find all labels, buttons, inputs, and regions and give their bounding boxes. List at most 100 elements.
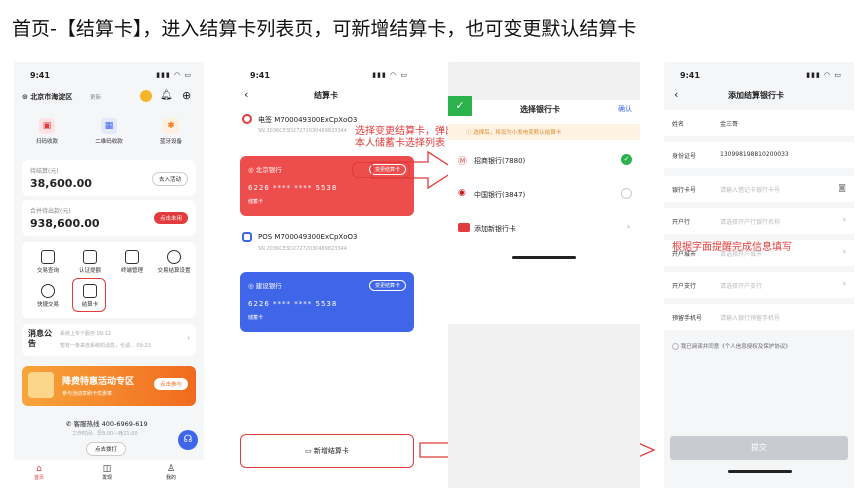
notice-bar: ⓘ 选择后，将设为小发电变默认结算卡 xyxy=(448,124,640,140)
radio-empty[interactable] xyxy=(621,188,632,199)
bluetooth-icon: ✱ xyxy=(163,118,179,134)
home-indicator xyxy=(512,256,576,259)
bank-card-ccb[interactable]: ◎ 建设银行 6226 **** **** 5538 储蓄卡 变更结算卡 xyxy=(240,272,414,332)
phone-icon: ✆ xyxy=(66,420,72,428)
discover-icon: ◫ xyxy=(102,464,112,474)
id-icon xyxy=(83,250,97,264)
grid-verify[interactable]: 认证提额 xyxy=(66,250,114,274)
list-icon xyxy=(41,250,55,264)
check-badge-icon: ✓ xyxy=(448,96,472,116)
arrow-to-select xyxy=(371,150,458,190)
card-number: 6226 **** **** 5538 xyxy=(248,184,338,192)
withdraw-button[interactable]: 点击未用 xyxy=(153,212,188,224)
chevron-right-icon: › xyxy=(842,215,846,224)
bank-option-cmb[interactable]: Ⓜ 招商银行(7880) ✓ xyxy=(448,146,640,174)
chevron-right-icon: › xyxy=(842,279,846,288)
bank-logo-icon: ◎ xyxy=(248,166,254,174)
card-icon: ▭ xyxy=(305,447,312,455)
annotation-change-card: 选择变更结算卡，弹出 本人储蓄卡选择列表 xyxy=(355,126,455,149)
back-icon[interactable]: ‹ xyxy=(674,88,678,101)
clock-icon xyxy=(41,284,55,298)
activity-button[interactable]: 去入活动 xyxy=(151,172,188,186)
scan-icon: ▣ xyxy=(39,118,55,134)
pos-icon xyxy=(242,232,252,242)
update-link[interactable]: 更新 xyxy=(90,93,101,101)
boc-logo-icon: ◉ xyxy=(458,188,466,198)
gift-icon xyxy=(28,372,54,398)
total-amount: 938,600.00 xyxy=(30,217,100,230)
location-pin-icon: ⊙ xyxy=(22,93,28,101)
quick-bluetooth[interactable]: ✱ 蓝牙设备 xyxy=(146,118,196,145)
phone-field[interactable]: 预留手机号 请输入银行预留手机号 xyxy=(664,304,854,330)
total-card: 合并待出款(元) 938,600.00 点击未用 xyxy=(22,200,196,236)
highlight-settle-card xyxy=(72,278,106,312)
wait-amount: 38,600.00 xyxy=(30,177,92,190)
add-new-bank-card[interactable]: 添加新银行卡 › xyxy=(448,214,640,242)
terminal-icon xyxy=(125,250,139,264)
add-bank-card-screen: 9:41 ▮▮▮ ◠ ▭ ‹ 添加结算银行卡 姓名 金三哥 身份证号 1309981… xyxy=(664,62,854,488)
call-button[interactable]: 点去拨打 xyxy=(86,442,127,456)
qrcode-icon: ▦ xyxy=(101,118,117,134)
status-time: 9:41 xyxy=(30,71,50,80)
card-icon xyxy=(458,223,470,232)
user-icon: ♙ xyxy=(166,464,176,474)
agreement[interactable]: 我已阅读并同意《个人信息授权及保护协议》 xyxy=(672,342,791,350)
agree-checkbox[interactable] xyxy=(672,343,679,350)
info-icon: ⓘ xyxy=(466,130,472,136)
id-row: 身份证号 130998198810200033 xyxy=(664,142,854,168)
wait-settle-card: 待结算(元) 38,600.00 去入活动 xyxy=(22,160,196,196)
add-settle-card-button[interactable]: ▭ 新增结算卡 xyxy=(240,434,414,468)
chevron-right-icon: › xyxy=(842,247,846,256)
promo-banner[interactable]: 降费特惠活动专区 参与活动享刷卡优惠率 点击参与 xyxy=(22,366,196,406)
hotline: ✆ 客服热线 400-6969-619 xyxy=(66,420,148,428)
news-panel[interactable]: 消息公告 系统上专个服务 09:12 暂有一条来自系统的消息，也请... 09:… xyxy=(22,324,196,356)
page-title: 首页-【结算卡】，进入结算卡列表页，可新增结算卡，也可变更默认结算卡 xyxy=(12,18,637,40)
camera-icon[interactable]: ◙ xyxy=(838,183,846,192)
selected-check-icon: ✓ xyxy=(621,154,632,165)
join-button[interactable]: 点击参与 xyxy=(153,378,188,390)
grid-quick-trade[interactable]: 快捷交易 xyxy=(24,284,72,308)
back-icon[interactable]: ‹ xyxy=(244,88,248,101)
grid-settle-setting[interactable]: 交易结算设置 xyxy=(150,250,198,274)
location-label[interactable]: ⊙ 北京市海淀区 xyxy=(22,92,72,102)
settings-icon xyxy=(167,250,181,264)
bank-logo-icon: ◎ xyxy=(248,282,254,290)
bank-option-boc[interactable]: ◉ 中国银行(3847) xyxy=(448,180,640,208)
card-number-field[interactable]: 银行卡号 请输入借记卡银行卡号 ◙ xyxy=(664,176,854,202)
screen-title: 添加结算银行卡 xyxy=(728,91,784,100)
tab-home[interactable]: ⌂ 首页 xyxy=(34,464,44,481)
submit-button[interactable]: 提交 xyxy=(670,436,848,460)
function-grid: 交易查询 认证提额 终端管理 交易结算设置 快捷交易 结算卡 xyxy=(22,242,196,318)
grid-terminal[interactable]: 终端管理 xyxy=(108,250,156,274)
cmb-logo-icon: Ⓜ xyxy=(458,157,468,167)
name-row: 姓名 金三哥 xyxy=(664,110,854,136)
status-icons: ▮▮▮ ◠ ▭ xyxy=(156,71,192,79)
bell-icon[interactable]: 🔔︎ xyxy=(160,90,173,101)
grid-trade-query[interactable]: 交易查询 xyxy=(24,250,72,274)
branch-field[interactable]: 开户支行 请选择开户支行 › xyxy=(664,272,854,298)
tab-discover[interactable]: ◫ 发现 xyxy=(102,464,112,481)
add-icon[interactable]: ⊕ xyxy=(182,89,191,102)
device-name: 电签 M700049300ExCpXoO3 xyxy=(258,116,358,124)
home-icon: ⌂ xyxy=(36,464,42,474)
screen-title: 结算卡 xyxy=(314,91,338,100)
bank-field[interactable]: 开户行 请选择开户行银行名称 › xyxy=(664,208,854,234)
news-title: 消息公告 xyxy=(28,329,52,348)
quick-scan[interactable]: ▣ 扫码收款 xyxy=(22,118,72,145)
chevron-right-icon: › xyxy=(187,334,190,342)
chevron-right-icon: › xyxy=(626,222,630,231)
sheet-title: 选择银行卡 xyxy=(520,105,560,114)
home-indicator xyxy=(728,470,792,473)
confirm-button[interactable]: 确认 xyxy=(618,104,632,114)
service-icon[interactable]: ☊ xyxy=(178,430,198,450)
annotation-fill-info: 根据字面提醒完成信息填写 xyxy=(672,242,792,253)
tab-bar: ⌂ 首页 ◫ 发现 ♙ 我的 xyxy=(14,460,204,488)
medal-icon[interactable] xyxy=(140,90,152,102)
change-card-button[interactable]: 变更结算卡 xyxy=(368,280,406,291)
quick-qrcode[interactable]: ▦ 二维码收款 xyxy=(84,118,134,145)
bank-name: ◎ 北京银行 xyxy=(248,166,282,174)
device-icon xyxy=(242,114,252,124)
tab-mine[interactable]: ♙ 我的 xyxy=(166,464,176,481)
select-bank-card-screen: ✓ 选择银行卡 确认 ⓘ 选择后，将设为小发电变默认结算卡 Ⓜ 招商银行(788… xyxy=(448,62,640,488)
home-screen: 9:41 ▮▮▮ ◠ ▭ ⊙ 北京市海淀区 更新 🔔︎ ⊕ ▣ 扫码收款 ▦ 二维码… xyxy=(14,62,204,488)
